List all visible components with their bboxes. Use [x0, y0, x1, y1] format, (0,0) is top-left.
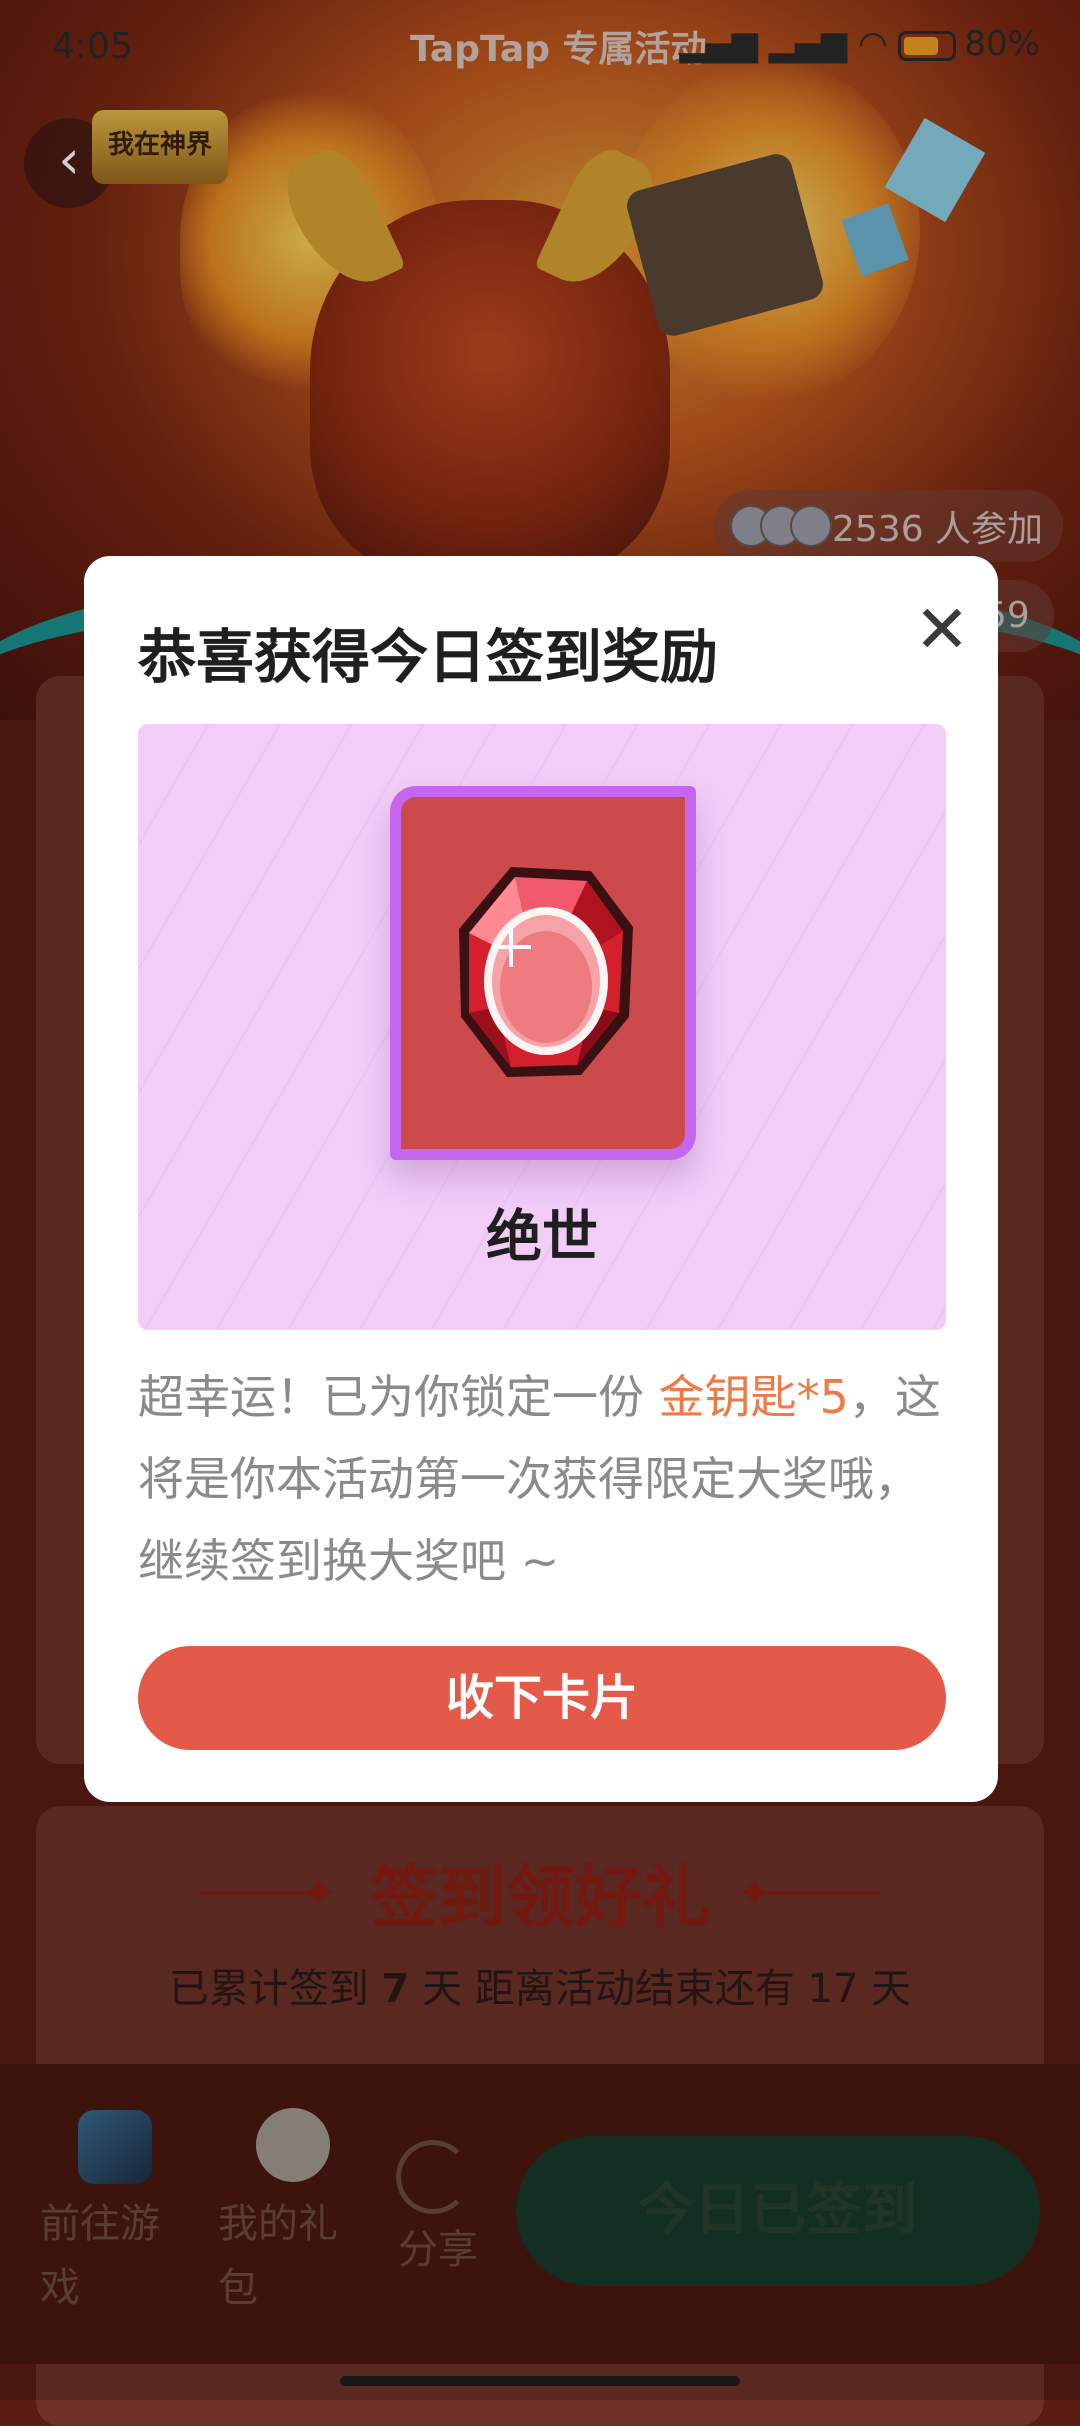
- reward-dialog: 恭喜获得今日签到奖励 ✕ 绝世 超幸运！已为你锁定一份 金钥匙*5，这将是你本活…: [84, 556, 998, 1802]
- game-icon[interactable]: [78, 2110, 152, 2184]
- status-time: 4:05: [52, 26, 133, 67]
- participant-avatars: [730, 505, 832, 547]
- status-indicators: ▂▄▆ ▂▄▆ ◠ 80%: [679, 24, 1040, 64]
- signal-icon: ▂▄▆ ▂▄▆: [679, 24, 858, 64]
- status-title: TapTap 专属活动: [410, 29, 707, 70]
- signed-today-button[interactable]: 今日已签到: [516, 2136, 1040, 2286]
- reward-highlight: 金钥匙*5: [658, 1370, 849, 1424]
- accept-card-button[interactable]: 收下卡片: [138, 1646, 946, 1750]
- my-gift-button[interactable]: 我的礼包: [218, 2192, 368, 2320]
- close-button[interactable]: ✕: [910, 597, 974, 664]
- go-to-game-button[interactable]: 前往游戏: [40, 2192, 190, 2320]
- game-logo: 我在神界: [92, 110, 228, 184]
- battery-icon: [898, 30, 957, 61]
- gift-avatar-icon[interactable]: [256, 2108, 330, 2182]
- participants-count: 2536 人参加: [832, 509, 1044, 550]
- wifi-icon: ◠: [857, 24, 899, 64]
- reward-name: 绝世: [486, 1205, 598, 1270]
- checkin-days: 7: [381, 1966, 410, 2012]
- close-icon: ✕: [914, 591, 970, 668]
- battery-level: 80%: [964, 24, 1040, 64]
- participants-pill: 2536 人参加: [714, 490, 1064, 562]
- checkin-title: 签到领好礼: [369, 1859, 710, 1938]
- share-icon[interactable]: [396, 2140, 470, 2214]
- reward-description: 超幸运！已为你锁定一份 金钥匙*5，这将是你本活动第一次获得限定大奖哦，继续签到…: [138, 1370, 941, 1588]
- status-bar: 4:05 TapTap 专属活动 ▂▄▆ ▂▄▆ ◠ 80%: [0, 0, 1080, 96]
- dialog-title: 恭喜获得今日签到奖励: [138, 623, 719, 691]
- reward-panel: 绝世: [138, 724, 946, 1330]
- checkin-progress: 已累计签到 7 天 距离活动结束还有 17 天: [168, 1966, 912, 2012]
- ruby-gem-icon: [459, 867, 633, 1077]
- reward-card: [390, 786, 696, 1160]
- home-indicator[interactable]: [340, 2376, 740, 2386]
- share-button[interactable]: 分享: [398, 2218, 478, 2282]
- chevron-left-icon: ‹: [58, 128, 80, 191]
